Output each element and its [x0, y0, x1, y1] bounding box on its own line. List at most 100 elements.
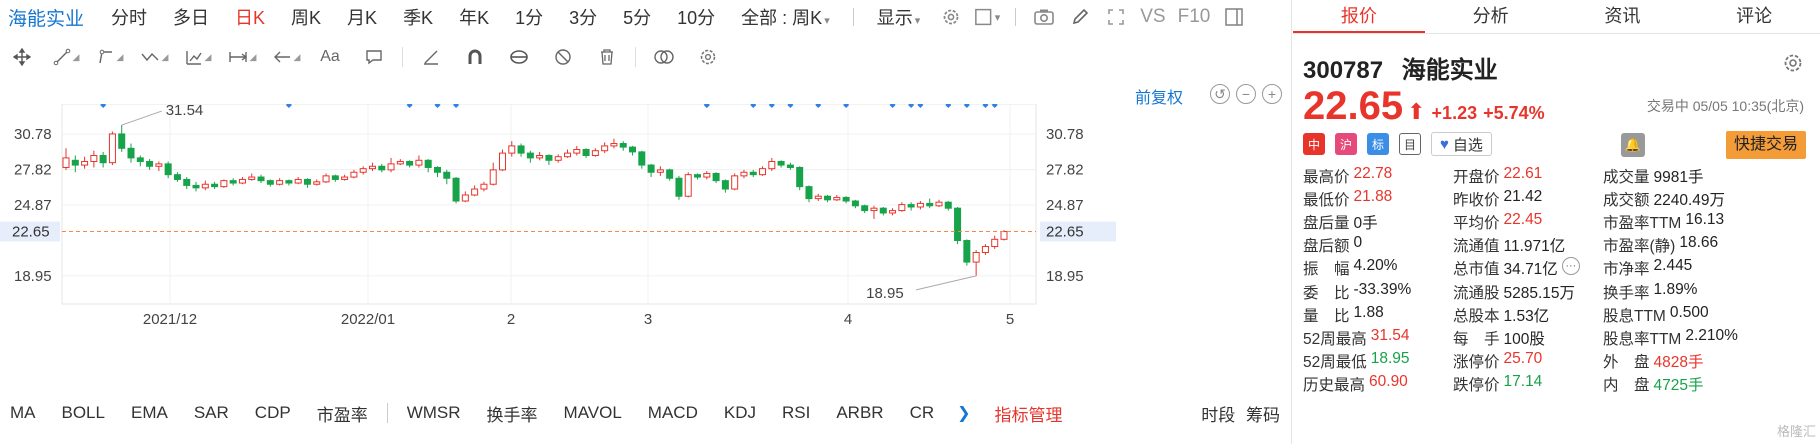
fast-trade-button[interactable]: 快捷交易	[1725, 131, 1806, 159]
candle-body	[71, 159, 79, 166]
indicator-6[interactable]: WMSR	[407, 403, 461, 423]
candle-body	[916, 202, 924, 208]
display-menu[interactable]: 显示 ▾	[877, 4, 921, 30]
stat-cell: 跌停价 17.14	[1453, 373, 1603, 395]
stat-label: 成交额	[1603, 191, 1650, 209]
measure-tool-icon[interactable]: ◢	[220, 42, 264, 72]
candle-body	[656, 169, 664, 173]
wave-tool-icon[interactable]: ◢	[132, 42, 176, 72]
candle-body	[740, 171, 748, 177]
add-watchlist-button[interactable]: ♥ 自选	[1431, 132, 1492, 156]
indicator-9[interactable]: MACD	[648, 403, 698, 423]
fib-tool-icon[interactable]: ◢	[176, 42, 220, 72]
indicator-12[interactable]: ARBR	[836, 403, 883, 423]
candle-body	[285, 180, 293, 184]
comment-tool-icon[interactable]	[352, 42, 396, 72]
trash-icon[interactable]	[585, 42, 629, 72]
candle-body	[629, 146, 637, 153]
chevron-down-icon: ▾	[994, 11, 1001, 24]
stat-cell: 股息TTM 0.500	[1603, 304, 1813, 326]
candle-body	[796, 166, 804, 188]
range-select[interactable]: 全部 : 周K ▾	[741, 4, 830, 30]
indicator-manage-button[interactable]: 指标管理	[995, 401, 1063, 426]
tab-comments[interactable]: 评论	[1688, 0, 1820, 33]
timeframe-7[interactable]: 1分	[515, 4, 543, 30]
indicator-13[interactable]: CR	[910, 403, 935, 423]
color-square-icon[interactable]: ▾	[974, 5, 1000, 29]
vs-compare-button[interactable]: VS	[1140, 6, 1165, 28]
candle-body	[712, 172, 720, 182]
candle-body	[257, 176, 265, 182]
zoom-in-icon[interactable]: +	[1262, 84, 1282, 104]
stat-cell: 涨停价 25.70	[1453, 350, 1603, 372]
period-button[interactable]: 时段	[1201, 406, 1235, 425]
draw-settings-icon[interactable]	[686, 42, 730, 72]
tag-badge-icon[interactable]: 标	[1367, 133, 1389, 155]
timeframe-0[interactable]: 分时	[111, 4, 147, 30]
x-tick-label: 2	[507, 311, 515, 328]
reset-icon[interactable]: ↺	[1210, 84, 1230, 104]
timeframe-9[interactable]: 5分	[623, 4, 651, 30]
timeframe-2[interactable]: 日K	[235, 4, 265, 30]
chip-button[interactable]: 筹码	[1246, 406, 1280, 425]
stat-value: 25.70	[1503, 350, 1543, 368]
timeframe-4[interactable]: 月K	[347, 4, 377, 30]
move-cross-icon[interactable]	[0, 42, 44, 72]
timeframe-10[interactable]: 10分	[677, 4, 715, 30]
document-badge-icon[interactable]: 目	[1399, 133, 1421, 155]
camera-icon[interactable]	[1031, 5, 1057, 29]
timeframe-6[interactable]: 年K	[459, 4, 489, 30]
y-tick-label: 30.78	[14, 126, 52, 143]
chevron-right-icon[interactable]: ❯	[957, 403, 970, 423]
candle-body	[424, 159, 432, 168]
arrow-tool-icon[interactable]: ◢	[264, 42, 308, 72]
lock-draw-icon[interactable]	[497, 42, 541, 72]
line-tool-icon[interactable]: ◢	[44, 42, 88, 72]
china-flag-icon[interactable]: 中	[1303, 133, 1325, 155]
indicator-2[interactable]: EMA	[131, 403, 168, 423]
indicator-11[interactable]: RSI	[782, 403, 810, 423]
pencil-icon[interactable]	[1067, 5, 1093, 29]
stat-label: 市盈率(静)	[1603, 238, 1676, 256]
eraser-line-icon[interactable]	[409, 42, 453, 72]
stat-label: 最低价	[1303, 191, 1350, 209]
magnet-icon[interactable]	[453, 42, 497, 72]
indicator-5[interactable]: 市盈率	[317, 401, 368, 426]
candle-body	[489, 169, 497, 185]
tab-quote[interactable]: 报价	[1293, 0, 1425, 33]
more-dots-icon[interactable]: ···	[1561, 257, 1580, 276]
timeframe-5[interactable]: 季K	[403, 4, 433, 30]
chart-panel: 海能实业 分时 多日 日K 周K 月K 季K 年K 1分 3分 5分 10分 全部 : 周K ▾ 显示…	[0, 0, 1292, 444]
candlestick-chart[interactable]: 22.65 22.65 30.78 30.78 27.82 27.82 24.87 24.87…	[0, 104, 1292, 334]
connect-badge-icon[interactable]: 沪	[1335, 133, 1357, 155]
timeframe-8[interactable]: 3分	[569, 4, 597, 30]
indicator-4[interactable]: CDP	[255, 403, 291, 423]
indicator-1[interactable]: BOLL	[62, 403, 105, 423]
overlay-icon[interactable]	[642, 42, 686, 72]
fullscreen-icon[interactable]	[1103, 5, 1129, 29]
indicator-0[interactable]: MA	[10, 403, 36, 423]
indicator-3[interactable]: SAR	[194, 403, 229, 423]
sidebar-toggle-icon[interactable]	[1221, 5, 1247, 29]
zoom-out-icon[interactable]: −	[1236, 84, 1256, 104]
stats-row: 量 比 1.88 总股本 1.53亿 股息TTM 0.500	[1303, 303, 1813, 326]
hide-draw-icon[interactable]	[541, 42, 585, 72]
indicator-7[interactable]: 换手率	[487, 401, 538, 426]
f10-button[interactable]: F10	[1178, 6, 1211, 28]
indicator-8[interactable]: MAVOL	[564, 403, 622, 423]
bell-icon[interactable]: 🔔	[1621, 133, 1645, 157]
gear-icon[interactable]	[938, 5, 964, 29]
y-tick-label: 18.95	[1046, 268, 1084, 285]
timeframe-1[interactable]: 多日	[173, 4, 209, 30]
candle-body	[341, 176, 349, 180]
candle-body	[276, 180, 284, 185]
stat-label: 市盈率TTM	[1603, 214, 1682, 232]
timeframe-3[interactable]: 周K	[291, 4, 321, 30]
tab-analysis[interactable]: 分析	[1425, 0, 1557, 33]
tab-news[interactable]: 资讯	[1557, 0, 1689, 33]
stock-name[interactable]: 海能实业	[0, 4, 84, 31]
polyline-tool-icon[interactable]: ◢	[88, 42, 132, 72]
indicator-10[interactable]: KDJ	[724, 403, 756, 423]
text-tool-icon[interactable]: Aa	[308, 42, 352, 72]
gear-icon[interactable]	[1782, 52, 1804, 80]
